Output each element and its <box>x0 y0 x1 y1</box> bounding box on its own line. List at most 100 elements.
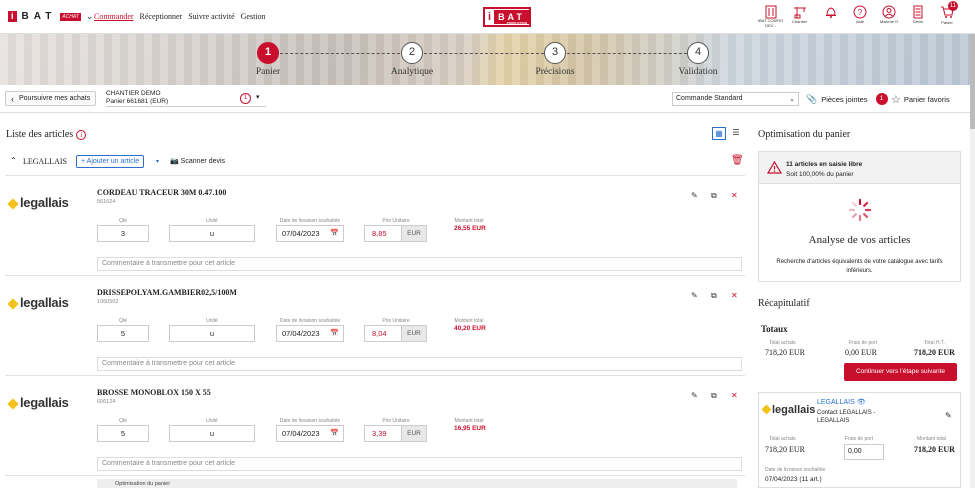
article-comment-field[interactable]: Commentaire à transmettre pour cet artic… <box>97 457 742 471</box>
price-label: Prix Unitaire <box>382 318 410 324</box>
price-label: Prix Unitaire <box>382 218 410 224</box>
calendar-icon[interactable]: 📅 <box>330 426 339 441</box>
edit-icon[interactable]: ✎ <box>691 391 698 400</box>
copy-icon[interactable]: ⧉ <box>711 291 717 301</box>
date-label: Date de livraison souhaitée <box>279 218 341 224</box>
close-icon[interactable]: ✕ <box>731 191 738 200</box>
currency-label: EUR <box>401 225 427 242</box>
quantity-input[interactable]: 5 <box>97 325 149 342</box>
devis-button[interactable]: Devis <box>911 5 925 24</box>
order-type-select[interactable]: Commande Standard ⌄ <box>672 92 799 106</box>
scan-quote-label: Scanner devis <box>180 158 226 165</box>
edit-icon[interactable]: ✎ <box>691 191 698 200</box>
quantity-input[interactable]: 5 <box>97 425 149 442</box>
optimisation-footer[interactable]: Optimisation du panier <box>97 479 737 488</box>
aide-label: Aide <box>855 19 864 24</box>
info-icon[interactable]: i <box>76 129 87 140</box>
article-name[interactable]: CORDEAU TRACEUR 30M 0.47.100 <box>97 188 226 197</box>
config-button[interactable]: IBAT CONFIG DEV - <box>758 5 783 28</box>
user-button[interactable]: Maxime G <box>880 5 898 24</box>
copy-icon[interactable]: ⧉ <box>711 391 717 401</box>
add-article-button[interactable]: + Ajouter un article <box>76 155 145 168</box>
attachments-count: 1 <box>875 93 888 105</box>
edit-icon[interactable]: ✎ <box>691 291 698 300</box>
nav-receptionner[interactable]: Réceptionner <box>140 12 183 21</box>
delivery-date-input[interactable]: 07/04/2023 📅 <box>276 225 344 242</box>
close-icon[interactable]: ✕ <box>731 291 738 300</box>
cart-badge: 11 <box>948 1 958 11</box>
trash-icon[interactable]: 🗑 <box>731 155 744 166</box>
article-name[interactable]: DRISSEPOLYAM.GAMBIER02,5/100M <box>97 288 237 297</box>
scrollbar[interactable] <box>970 34 975 488</box>
card-frais-label: Frais de port <box>845 436 874 442</box>
articles-list-title: Liste des articles i <box>6 129 87 140</box>
close-icon[interactable]: ✕ <box>731 391 738 400</box>
shipping-cost-input[interactable]: 0,00 <box>844 444 884 460</box>
logo-mark <box>7 397 19 410</box>
edit-icon[interactable]: ✎ <box>945 411 952 420</box>
scrollbar-thumb[interactable] <box>970 34 975 129</box>
card-total-achats-label: Total achats <box>769 436 796 442</box>
scan-quote-button[interactable]: 📷 Scanner devis <box>170 157 225 165</box>
delivery-date-input[interactable]: 07/04/2023 📅 <box>276 325 344 342</box>
attachments-button[interactable]: 📎 Pièces jointes 1 <box>806 93 888 105</box>
step-2-circle[interactable]: 2 <box>401 42 423 64</box>
unit-input[interactable]: u <box>169 325 255 342</box>
unit-price-input[interactable]: 8,04 <box>364 325 402 342</box>
help-icon: ? <box>853 5 867 19</box>
continue-next-step-button[interactable]: Continuer vers l'étape suivante <box>844 363 957 381</box>
quantity-input[interactable]: 3 <box>97 225 149 242</box>
step-2-label: Analytique <box>390 67 434 77</box>
panier-button[interactable]: 11 Panier <box>940 1 958 25</box>
bell-icon <box>826 7 836 18</box>
delivery-date-value: 07/04/2023 <box>282 429 320 438</box>
supplier-card-name[interactable]: LEGALLAIS 👁 <box>817 398 866 406</box>
nav-suivre-activite[interactable]: Suivre activité <box>188 12 234 21</box>
add-article-caret-icon: ▾ <box>156 159 160 165</box>
article-comment-field[interactable]: Commentaire à transmettre pour cet artic… <box>97 257 742 271</box>
unit-label: Unité <box>206 318 218 324</box>
nav-gestion[interactable]: Gestion <box>241 12 266 21</box>
delivery-date-value: 07/04/2023 <box>282 229 320 238</box>
article-comment-field[interactable]: Commentaire à transmettre pour cet artic… <box>97 357 742 371</box>
supplier-logo: legallais <box>7 295 69 310</box>
chevron-down-icon[interactable]: ⌄ <box>86 11 94 22</box>
eye-icon[interactable]: 👁 <box>857 399 866 406</box>
delivery-date-input[interactable]: 07/04/2023 📅 <box>276 425 344 442</box>
unit-label: Unité <box>206 218 218 224</box>
unit-input[interactable]: u <box>169 225 255 242</box>
loading-spinner-icon <box>848 198 872 222</box>
copy-icon[interactable]: ⧉ <box>711 191 717 201</box>
cart-selector[interactable]: CHANTIER DEMO Panier 661681 (EUR) 1 ▾ <box>106 90 266 107</box>
unit-input[interactable]: u <box>169 425 255 442</box>
frais-label: Frais de port <box>849 340 878 346</box>
aide-button[interactable]: ? Aide <box>853 5 867 24</box>
unit-price-input[interactable]: 3,39 <box>364 425 402 442</box>
ibat-production-logo: i BAT PRODUCTION <box>483 7 531 27</box>
unit-price-input[interactable]: 8,85 <box>364 225 402 242</box>
step-4-circle[interactable]: 4 <box>687 42 709 64</box>
chevron-up-icon[interactable]: ⌃ <box>10 156 17 165</box>
notifications-button[interactable] <box>824 5 838 19</box>
recap-title: Récapitulatif <box>758 298 810 309</box>
warning-title: 11 articles en saisie libre <box>786 161 863 168</box>
grid-view-toggle[interactable]: ▦ <box>712 127 726 140</box>
article-name[interactable]: BROSSE MONOBLOX 150 X 55 <box>97 388 211 397</box>
nav-commander[interactable]: Commander <box>94 12 134 21</box>
calendar-icon[interactable]: 📅 <box>330 226 339 241</box>
warning-subtitle: Soit 100,00% du panier <box>786 171 854 178</box>
total-ht-value: 718,20 EUR <box>914 348 955 357</box>
favorite-cart-button[interactable]: ☆ Panier favoris <box>891 93 950 106</box>
article-ref: 1060502 <box>97 299 119 305</box>
calendar-icon[interactable]: 📅 <box>330 326 339 341</box>
logo-mark <box>7 297 19 310</box>
crane-icon <box>793 7 806 19</box>
continue-shopping-button[interactable]: ‹ Poursuivre mes achats <box>5 91 97 106</box>
step-3-circle[interactable]: 3 <box>544 42 566 64</box>
cart-toolbar: ‹ Poursuivre mes achats CHANTIER DEMO Pa… <box>0 85 970 113</box>
list-view-toggle[interactable]: ☰ <box>729 127 743 140</box>
step-1-circle[interactable]: 1 <box>257 42 279 64</box>
brand-logo[interactable]: i BAT ACHAT ⌄ <box>8 11 93 22</box>
chantier-button[interactable]: Chantier <box>792 5 807 24</box>
supplier-contact: Contact LEGALLAIS - LEGALLAIS <box>817 410 876 424</box>
